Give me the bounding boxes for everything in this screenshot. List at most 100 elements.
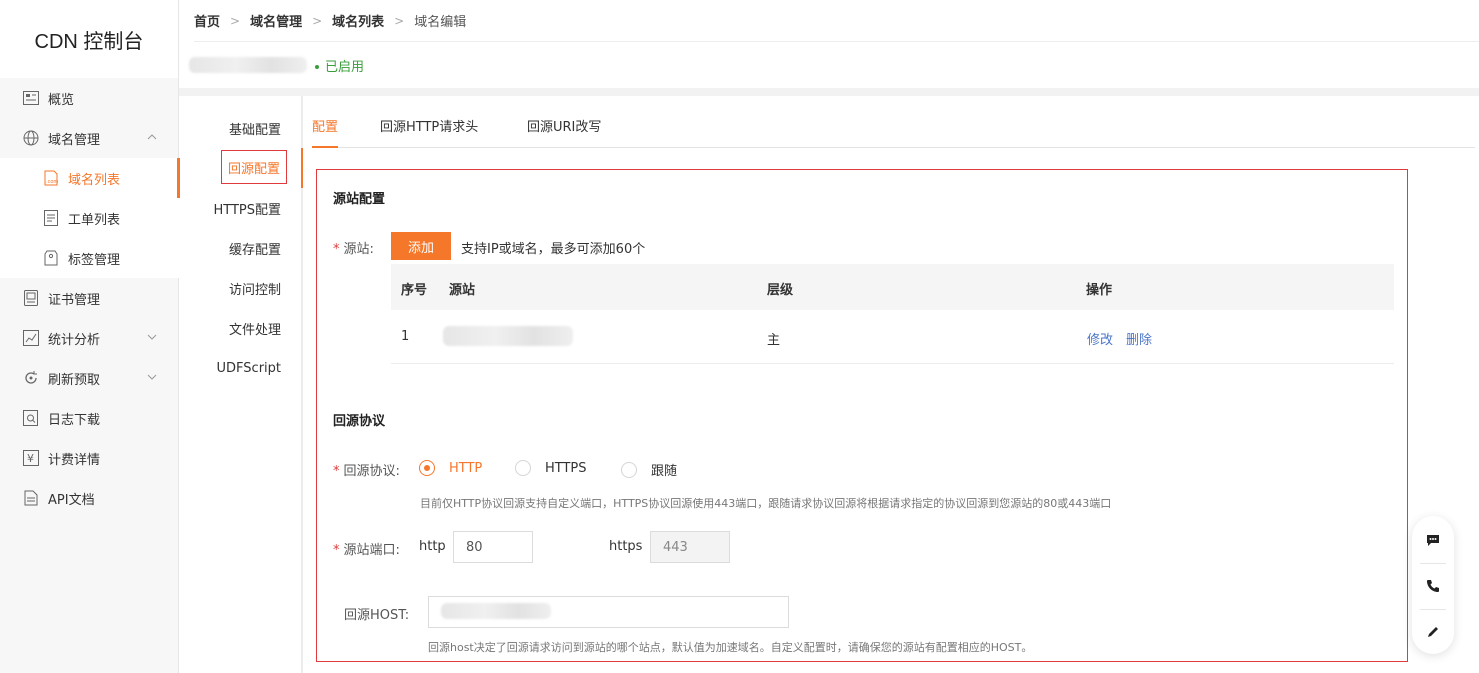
- origin-address-redacted: [443, 326, 573, 346]
- sidebar: CDN 控制台 概览 域名管理 .com 域名列表 工单列表 标签管理 证书管理…: [0, 0, 180, 673]
- refresh-icon: [22, 369, 40, 387]
- sidebar-item-label: 日志下载: [48, 412, 101, 428]
- section-title-origin: 源站配置: [333, 192, 386, 207]
- chat-icon[interactable]: [1412, 518, 1454, 562]
- domain-header: 已启用: [179, 42, 1479, 88]
- sidebar-item-label: 概览: [48, 92, 75, 108]
- domain-name-redacted: [189, 57, 307, 73]
- sidebar-item-label: 统计分析: [48, 332, 101, 348]
- sidebar-item-label: 工单列表: [68, 212, 121, 228]
- settings-item-udfscript[interactable]: UDFScript: [217, 351, 281, 385]
- divider: [179, 88, 1479, 96]
- column-header-index: 序号: [401, 283, 428, 298]
- sidebar-item-overview[interactable]: 概览: [0, 78, 179, 118]
- origin-label: * 源站:: [333, 242, 374, 257]
- tab-bar: 配置 回源HTTP请求头 回源URI改写: [312, 108, 1475, 148]
- sidebar-item-log-download[interactable]: 日志下载: [0, 398, 179, 438]
- settings-item-file-processing[interactable]: 文件处理: [229, 311, 281, 345]
- log-icon: [22, 409, 40, 427]
- edit-origin-link[interactable]: 修改: [1087, 329, 1113, 348]
- ticket-icon: [42, 209, 60, 227]
- domain-list-icon: .com: [42, 169, 60, 187]
- add-origin-button[interactable]: 添加: [391, 232, 451, 260]
- floating-toolbar: [1412, 516, 1454, 654]
- tag-icon: [42, 249, 60, 267]
- breadcrumb-home[interactable]: 首页: [194, 11, 220, 30]
- origin-host-redacted: [441, 603, 551, 619]
- sidebar-item-statistics[interactable]: 统计分析: [0, 318, 179, 358]
- chart-icon: [22, 329, 40, 347]
- column-header-actions: 操作: [1086, 283, 1113, 298]
- breadcrumb: 首页 > 域名管理 > 域名列表 > 域名编辑: [194, 0, 1479, 42]
- breadcrumb-domain-list[interactable]: 域名列表: [332, 11, 384, 30]
- sidebar-item-label: 证书管理: [48, 292, 101, 308]
- settings-item-cache[interactable]: 缓存配置: [229, 231, 281, 265]
- origin-host-input[interactable]: [428, 596, 789, 628]
- http-port-input[interactable]: [453, 531, 533, 563]
- http-port-label: http: [419, 539, 446, 554]
- tab-origin-http-headers[interactable]: 回源HTTP请求头: [380, 108, 478, 148]
- sidebar-item-billing[interactable]: ¥ 计费详情: [0, 438, 179, 478]
- row-level: 主: [767, 333, 781, 348]
- tab-config[interactable]: 配置: [312, 108, 339, 148]
- tab-origin-uri-rewrite[interactable]: 回源URI改写: [527, 108, 601, 148]
- origin-table: 序号 源站 层级 操作 1 主 修改 删除: [391, 264, 1394, 364]
- brand-title: CDN 控制台: [0, 0, 178, 78]
- billing-icon: ¥: [22, 449, 40, 467]
- table-header: 序号 源站 层级 操作: [391, 264, 1394, 310]
- origin-config-panel: 源站配置 * 源站: 添加 支持IP或域名，最多可添加60个 序号 源站 层级 操…: [316, 169, 1408, 662]
- chevron-up-icon: [147, 131, 157, 146]
- sidebar-item-label: 域名管理: [48, 132, 101, 148]
- chevron-right-icon: >: [394, 13, 405, 28]
- protocol-radio-https[interactable]: HTTPS: [515, 460, 587, 476]
- table-row: 1 主 修改 删除: [391, 310, 1394, 364]
- sidebar-item-domain-management[interactable]: 域名管理: [0, 118, 179, 158]
- chevron-down-icon: [147, 371, 157, 386]
- host-hint: 回源host决定了回源请求访问到源站的哪个站点，默认值为加速域名。自定义配置时，…: [428, 641, 1033, 654]
- edit-icon[interactable]: [1412, 610, 1454, 654]
- host-label: 回源HOST:: [344, 608, 410, 623]
- sidebar-item-refresh-prefetch[interactable]: 刷新预取: [0, 358, 179, 398]
- sidebar-item-certificate[interactable]: 证书管理: [0, 278, 179, 318]
- breadcrumb-domain-management[interactable]: 域名管理: [250, 11, 302, 30]
- radio-unchecked-icon: [621, 461, 637, 478]
- svg-text:.com: .com: [46, 179, 58, 185]
- chevron-down-icon: [147, 331, 157, 346]
- protocol-radio-follow[interactable]: 跟随: [621, 460, 677, 479]
- chevron-right-icon: >: [230, 13, 241, 28]
- chevron-right-icon: >: [312, 13, 323, 28]
- settings-item-basic[interactable]: 基础配置: [229, 111, 281, 145]
- status-badge: 已启用: [315, 56, 364, 75]
- https-port-label: https: [609, 539, 643, 554]
- sidebar-item-label: API文档: [48, 492, 95, 508]
- column-header-level: 层级: [767, 283, 794, 298]
- settings-item-access-control[interactable]: 访问控制: [229, 271, 281, 305]
- settings-item-https[interactable]: HTTPS配置: [213, 191, 281, 225]
- breadcrumb-domain-edit: 域名编辑: [414, 15, 467, 30]
- add-origin-hint: 支持IP或域名，最多可添加60个: [461, 242, 646, 257]
- doc-icon: [22, 489, 40, 507]
- protocol-radio-http[interactable]: HTTP: [419, 460, 482, 476]
- settings-item-origin[interactable]: 回源配置: [220, 150, 287, 184]
- sidebar-item-label: 刷新预取: [48, 372, 101, 388]
- row-index: 1: [401, 329, 410, 344]
- settings-menu: 基础配置 回源配置 HTTPS配置 缓存配置 访问控制 文件处理 UDFScri…: [179, 96, 303, 673]
- sidebar-item-domain-list[interactable]: .com 域名列表: [0, 158, 180, 198]
- port-label: * 源站端口:: [333, 543, 400, 558]
- section-title-protocol: 回源协议: [333, 414, 386, 429]
- radio-checked-icon: [419, 460, 435, 476]
- phone-icon[interactable]: [1412, 564, 1454, 608]
- certificate-icon: [22, 289, 40, 307]
- radio-unchecked-icon: [515, 460, 531, 476]
- sidebar-item-ticket-list[interactable]: 工单列表: [0, 198, 179, 238]
- sidebar-item-api-docs[interactable]: API文档: [0, 478, 179, 518]
- sidebar-item-label: 标签管理: [68, 252, 121, 268]
- https-port-input: [650, 531, 730, 563]
- sidebar-item-label: 计费详情: [48, 452, 101, 468]
- sidebar-item-tag-management[interactable]: 标签管理: [0, 238, 179, 278]
- globe-icon: [22, 129, 40, 147]
- protocol-label: * 回源协议:: [333, 464, 400, 479]
- column-header-origin: 源站: [449, 283, 476, 298]
- active-indicator: [301, 148, 303, 188]
- delete-origin-link[interactable]: 删除: [1126, 329, 1152, 348]
